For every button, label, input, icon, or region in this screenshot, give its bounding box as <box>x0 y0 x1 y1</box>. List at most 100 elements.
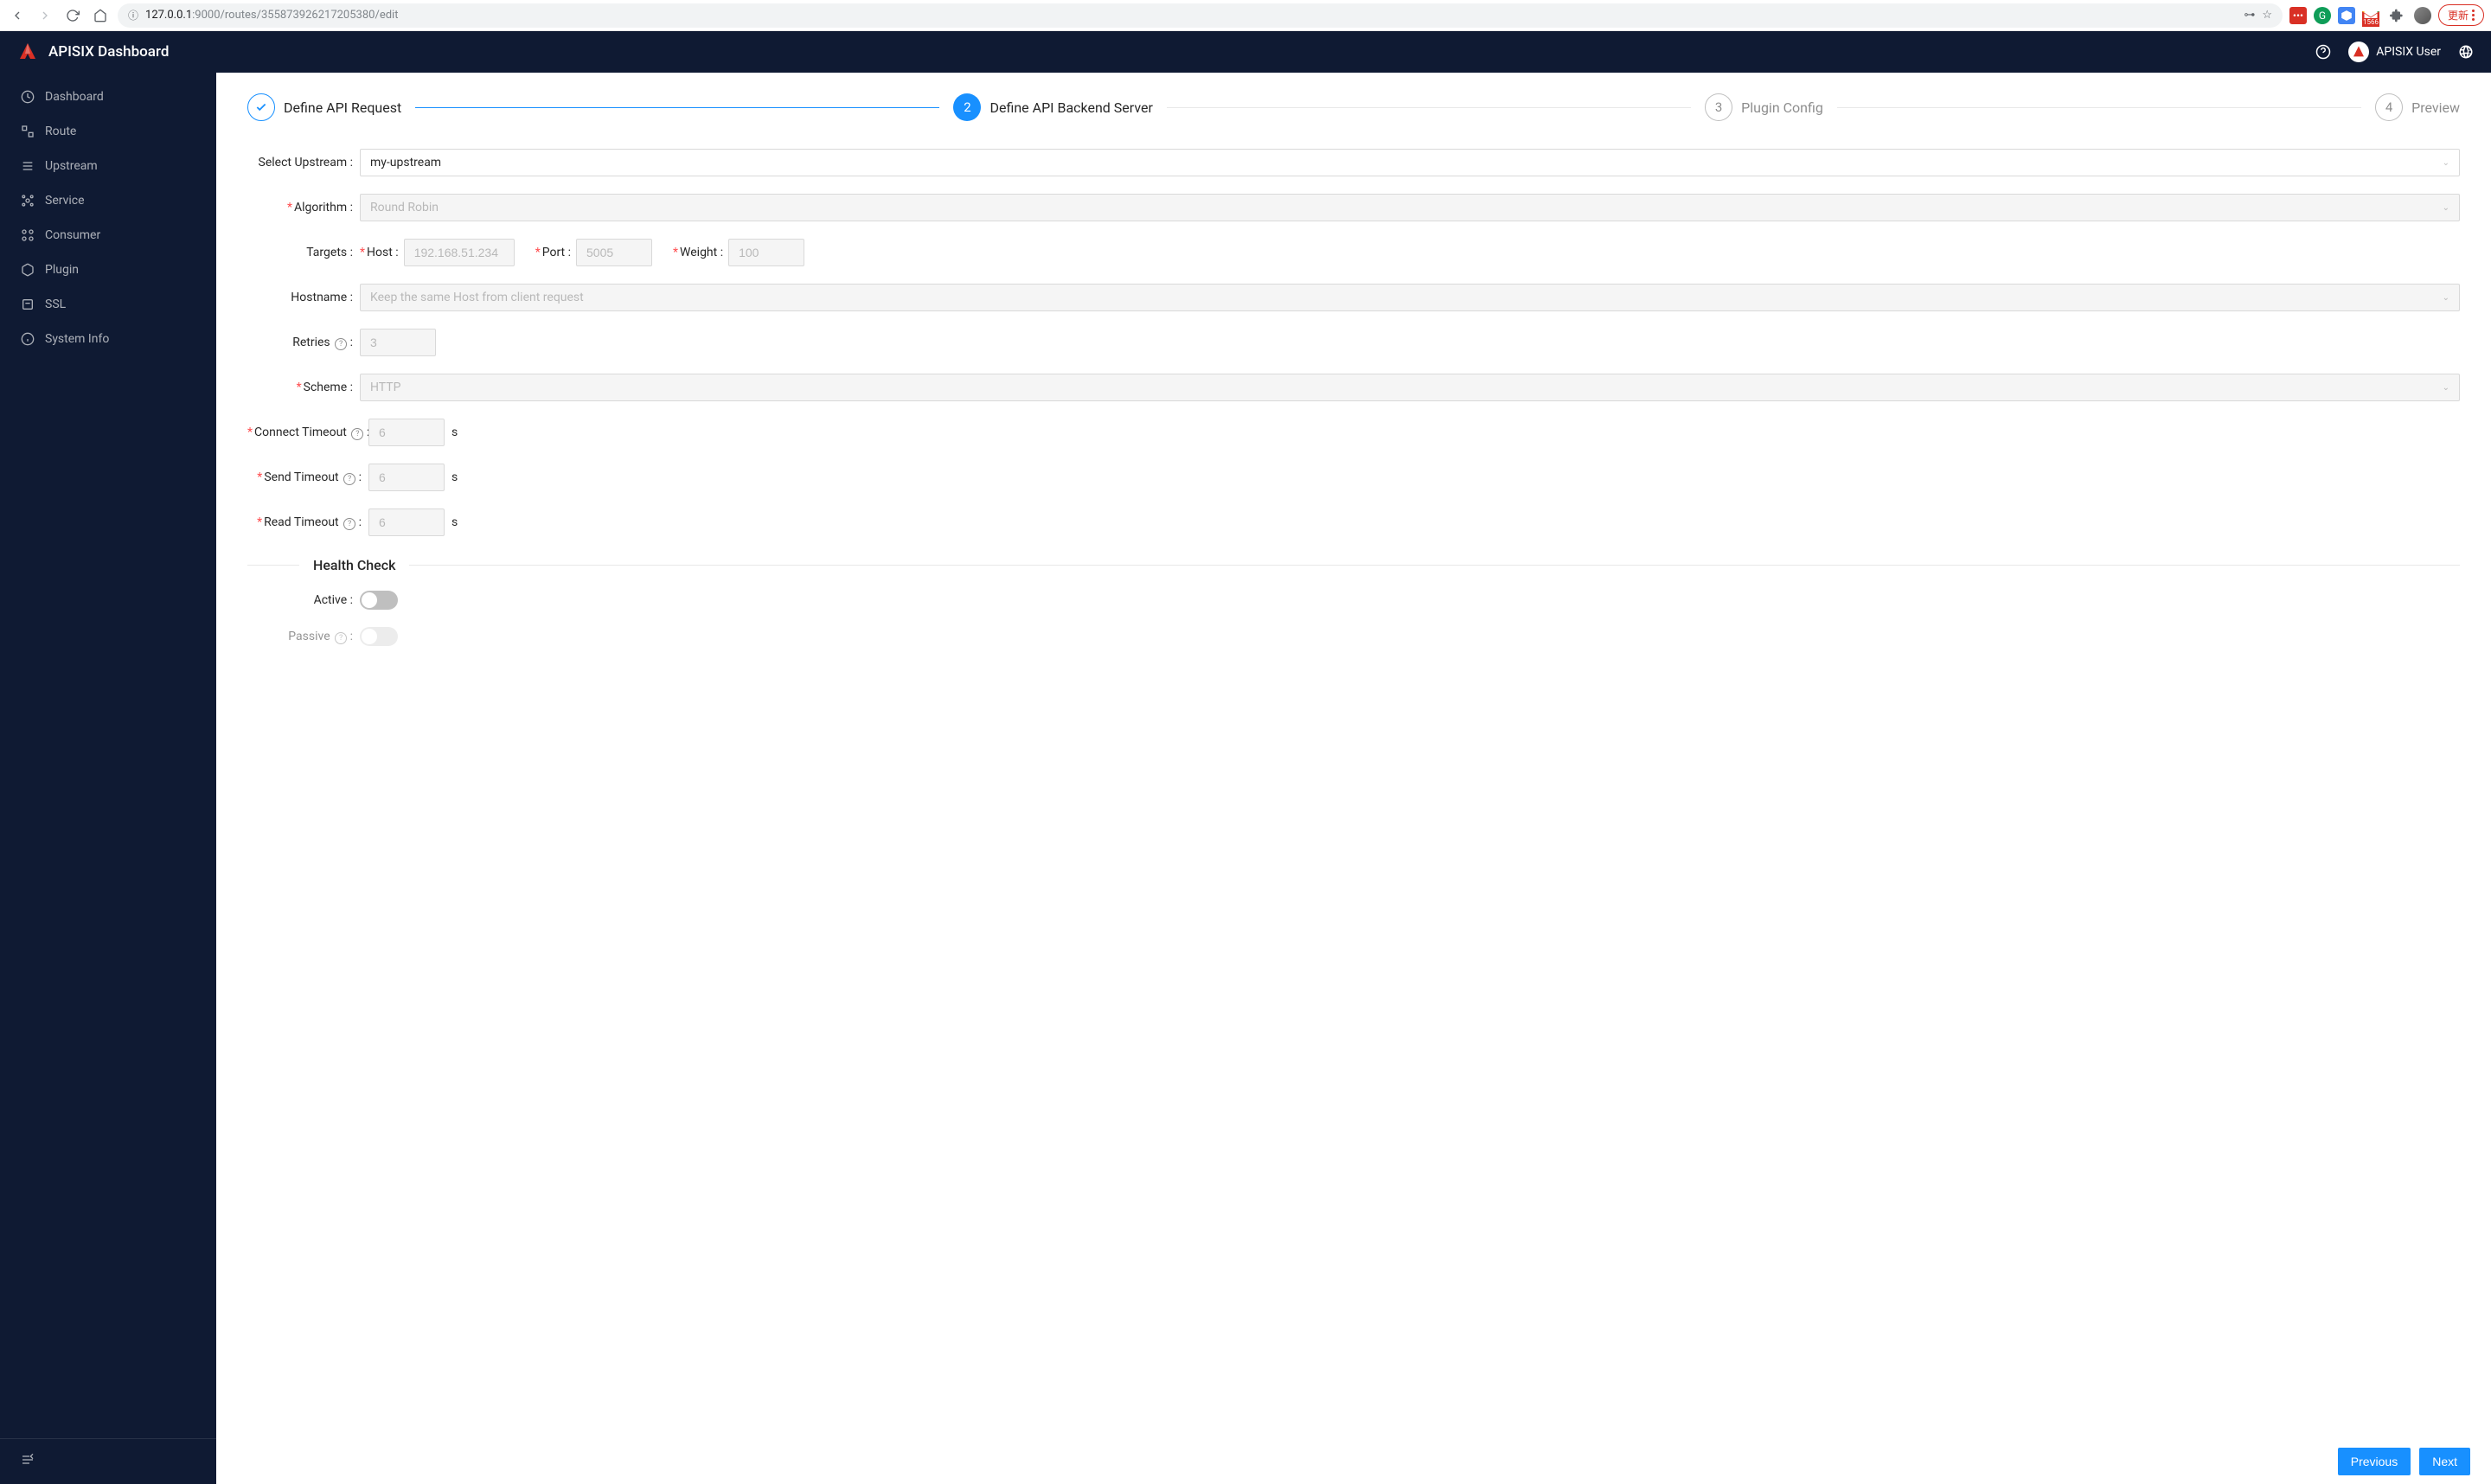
step-number: 4 <box>2375 93 2403 121</box>
chevron-down-icon: ⌄ <box>2443 203 2449 213</box>
url-bar[interactable]: ⓘ 127.0.0.1:9000/routes/3558739262172053… <box>118 3 2283 28</box>
send-timeout-label: *Send Timeout ? : <box>247 470 368 485</box>
step-1[interactable]: Define API Request <box>247 93 401 121</box>
help-icon[interactable] <box>2315 44 2331 60</box>
step-connector <box>415 107 939 108</box>
sidebar-item-label: Route <box>45 125 76 138</box>
select-upstream-label: Select Upstream : <box>247 156 360 170</box>
scheme-dropdown: HTTP ⌄ <box>360 374 2460 401</box>
step-number: 3 <box>1705 93 1732 121</box>
sidebar-item-label: Dashboard <box>45 90 104 104</box>
algorithm-label: *Algorithm : <box>247 201 360 214</box>
active-switch[interactable] <box>360 591 398 610</box>
menu-icon <box>2472 10 2475 21</box>
active-label: Active : <box>247 593 360 607</box>
targets-label: Targets : <box>247 246 360 259</box>
passive-switch <box>360 627 398 646</box>
extensions: ••• G 1566 更新 <box>2289 4 2484 26</box>
step-3[interactable]: 3 Plugin Config <box>1705 93 1823 121</box>
help-icon[interactable]: ? <box>343 518 355 530</box>
star-icon[interactable]: ☆ <box>2262 9 2272 22</box>
hostname-label: Hostname : <box>247 291 360 304</box>
forward-button[interactable] <box>35 5 55 26</box>
port-input <box>576 239 652 266</box>
sidebar-item-ssl[interactable]: SSL <box>0 287 216 322</box>
sidebar-item-consumer[interactable]: Consumer <box>0 218 216 253</box>
url-text: 127.0.0.1:9000/routes/355873926217205380… <box>145 9 2237 22</box>
weight-label: *Weight : <box>673 246 723 259</box>
chevron-down-icon: ⌄ <box>2443 158 2449 168</box>
select-upstream-dropdown[interactable]: my-upstream ⌄ <box>360 149 2460 176</box>
footer-actions: Previous Next <box>216 1439 2491 1484</box>
health-check-divider: Health Check <box>247 557 2460 573</box>
profile-avatar[interactable] <box>2414 7 2431 24</box>
chevron-down-icon: ⌄ <box>2443 383 2449 393</box>
reload-button[interactable] <box>62 5 83 26</box>
read-timeout-input <box>368 509 445 536</box>
language-icon[interactable] <box>2458 44 2474 60</box>
retries-input <box>360 329 436 356</box>
app-header: APISIX Dashboard APISIX User <box>0 31 2491 73</box>
app-title: APISIX Dashboard <box>48 43 169 61</box>
extension-grammarly-icon[interactable]: G <box>2314 7 2331 24</box>
extension-lastpass-icon[interactable]: ••• <box>2289 7 2307 24</box>
steps: Define API Request 2 Define API Backend … <box>247 93 2460 121</box>
next-button[interactable]: Next <box>2419 1448 2470 1475</box>
user-avatar-icon <box>2348 42 2369 62</box>
sidebar-item-service[interactable]: Service <box>0 183 216 218</box>
main-content: Define API Request 2 Define API Backend … <box>216 73 2491 1484</box>
step-connector <box>1837 107 2361 108</box>
host-label: *Host : <box>360 246 399 259</box>
sidebar-item-label: Service <box>45 194 85 208</box>
step-connector <box>1167 107 1691 108</box>
sidebar-item-upstream[interactable]: Upstream <box>0 149 216 183</box>
connect-timeout-label: *Connect Timeout ? : <box>247 425 368 440</box>
unit-label: s <box>451 470 458 484</box>
step-4[interactable]: 4 Preview <box>2375 93 2460 121</box>
sidebar-item-label: Plugin <box>45 263 79 277</box>
scheme-label: *Scheme : <box>247 381 360 394</box>
sidebar-item-dashboard[interactable]: Dashboard <box>0 80 216 114</box>
passive-label: Passive ? : <box>247 630 360 644</box>
step-number: 2 <box>953 93 981 121</box>
chevron-down-icon: ⌄ <box>2443 293 2449 303</box>
retries-label: Retries ? : <box>247 336 360 350</box>
extensions-icon[interactable] <box>2386 5 2407 26</box>
algorithm-dropdown: Round Robin ⌄ <box>360 194 2460 221</box>
home-button[interactable] <box>90 5 111 26</box>
update-button[interactable]: 更新 <box>2438 4 2484 26</box>
sidebar-item-label: Consumer <box>45 228 100 242</box>
collapse-sidebar-button[interactable] <box>21 1453 195 1470</box>
unit-label: s <box>451 515 458 529</box>
hostname-dropdown: Keep the same Host from client request ⌄ <box>360 284 2460 311</box>
connect-timeout-input <box>368 419 445 446</box>
help-icon[interactable]: ? <box>343 473 355 485</box>
previous-button[interactable]: Previous <box>2338 1448 2411 1475</box>
unit-label: s <box>451 425 458 439</box>
apisix-logo <box>17 42 38 62</box>
sidebar-item-label: SSL <box>45 297 66 311</box>
key-icon[interactable]: ⊶ <box>2244 9 2255 22</box>
sidebar-item-label: System Info <box>45 332 109 346</box>
host-input <box>404 239 515 266</box>
help-icon[interactable]: ? <box>335 338 347 350</box>
help-icon[interactable]: ? <box>335 632 347 644</box>
help-icon[interactable]: ? <box>351 428 363 440</box>
user-menu[interactable]: APISIX User <box>2348 42 2441 62</box>
sidebar-item-label: Upstream <box>45 159 98 173</box>
extension-gmail-icon[interactable]: 1566 <box>2362 7 2379 24</box>
back-button[interactable] <box>7 5 28 26</box>
read-timeout-label: *Read Timeout ? : <box>247 515 368 530</box>
site-info-icon[interactable]: ⓘ <box>128 8 138 22</box>
sidebar: Dashboard Route Upstream Service Consume… <box>0 73 216 1484</box>
sidebar-item-system-info[interactable]: System Info <box>0 322 216 356</box>
check-icon <box>247 93 275 121</box>
sidebar-item-plugin[interactable]: Plugin <box>0 253 216 287</box>
extension-translate-icon[interactable] <box>2338 7 2355 24</box>
step-2[interactable]: 2 Define API Backend Server <box>953 93 1152 121</box>
weight-input <box>728 239 804 266</box>
send-timeout-input <box>368 464 445 491</box>
browser-chrome: ⓘ 127.0.0.1:9000/routes/3558739262172053… <box>0 0 2491 31</box>
sidebar-item-route[interactable]: Route <box>0 114 216 149</box>
port-label: *Port : <box>535 246 571 259</box>
